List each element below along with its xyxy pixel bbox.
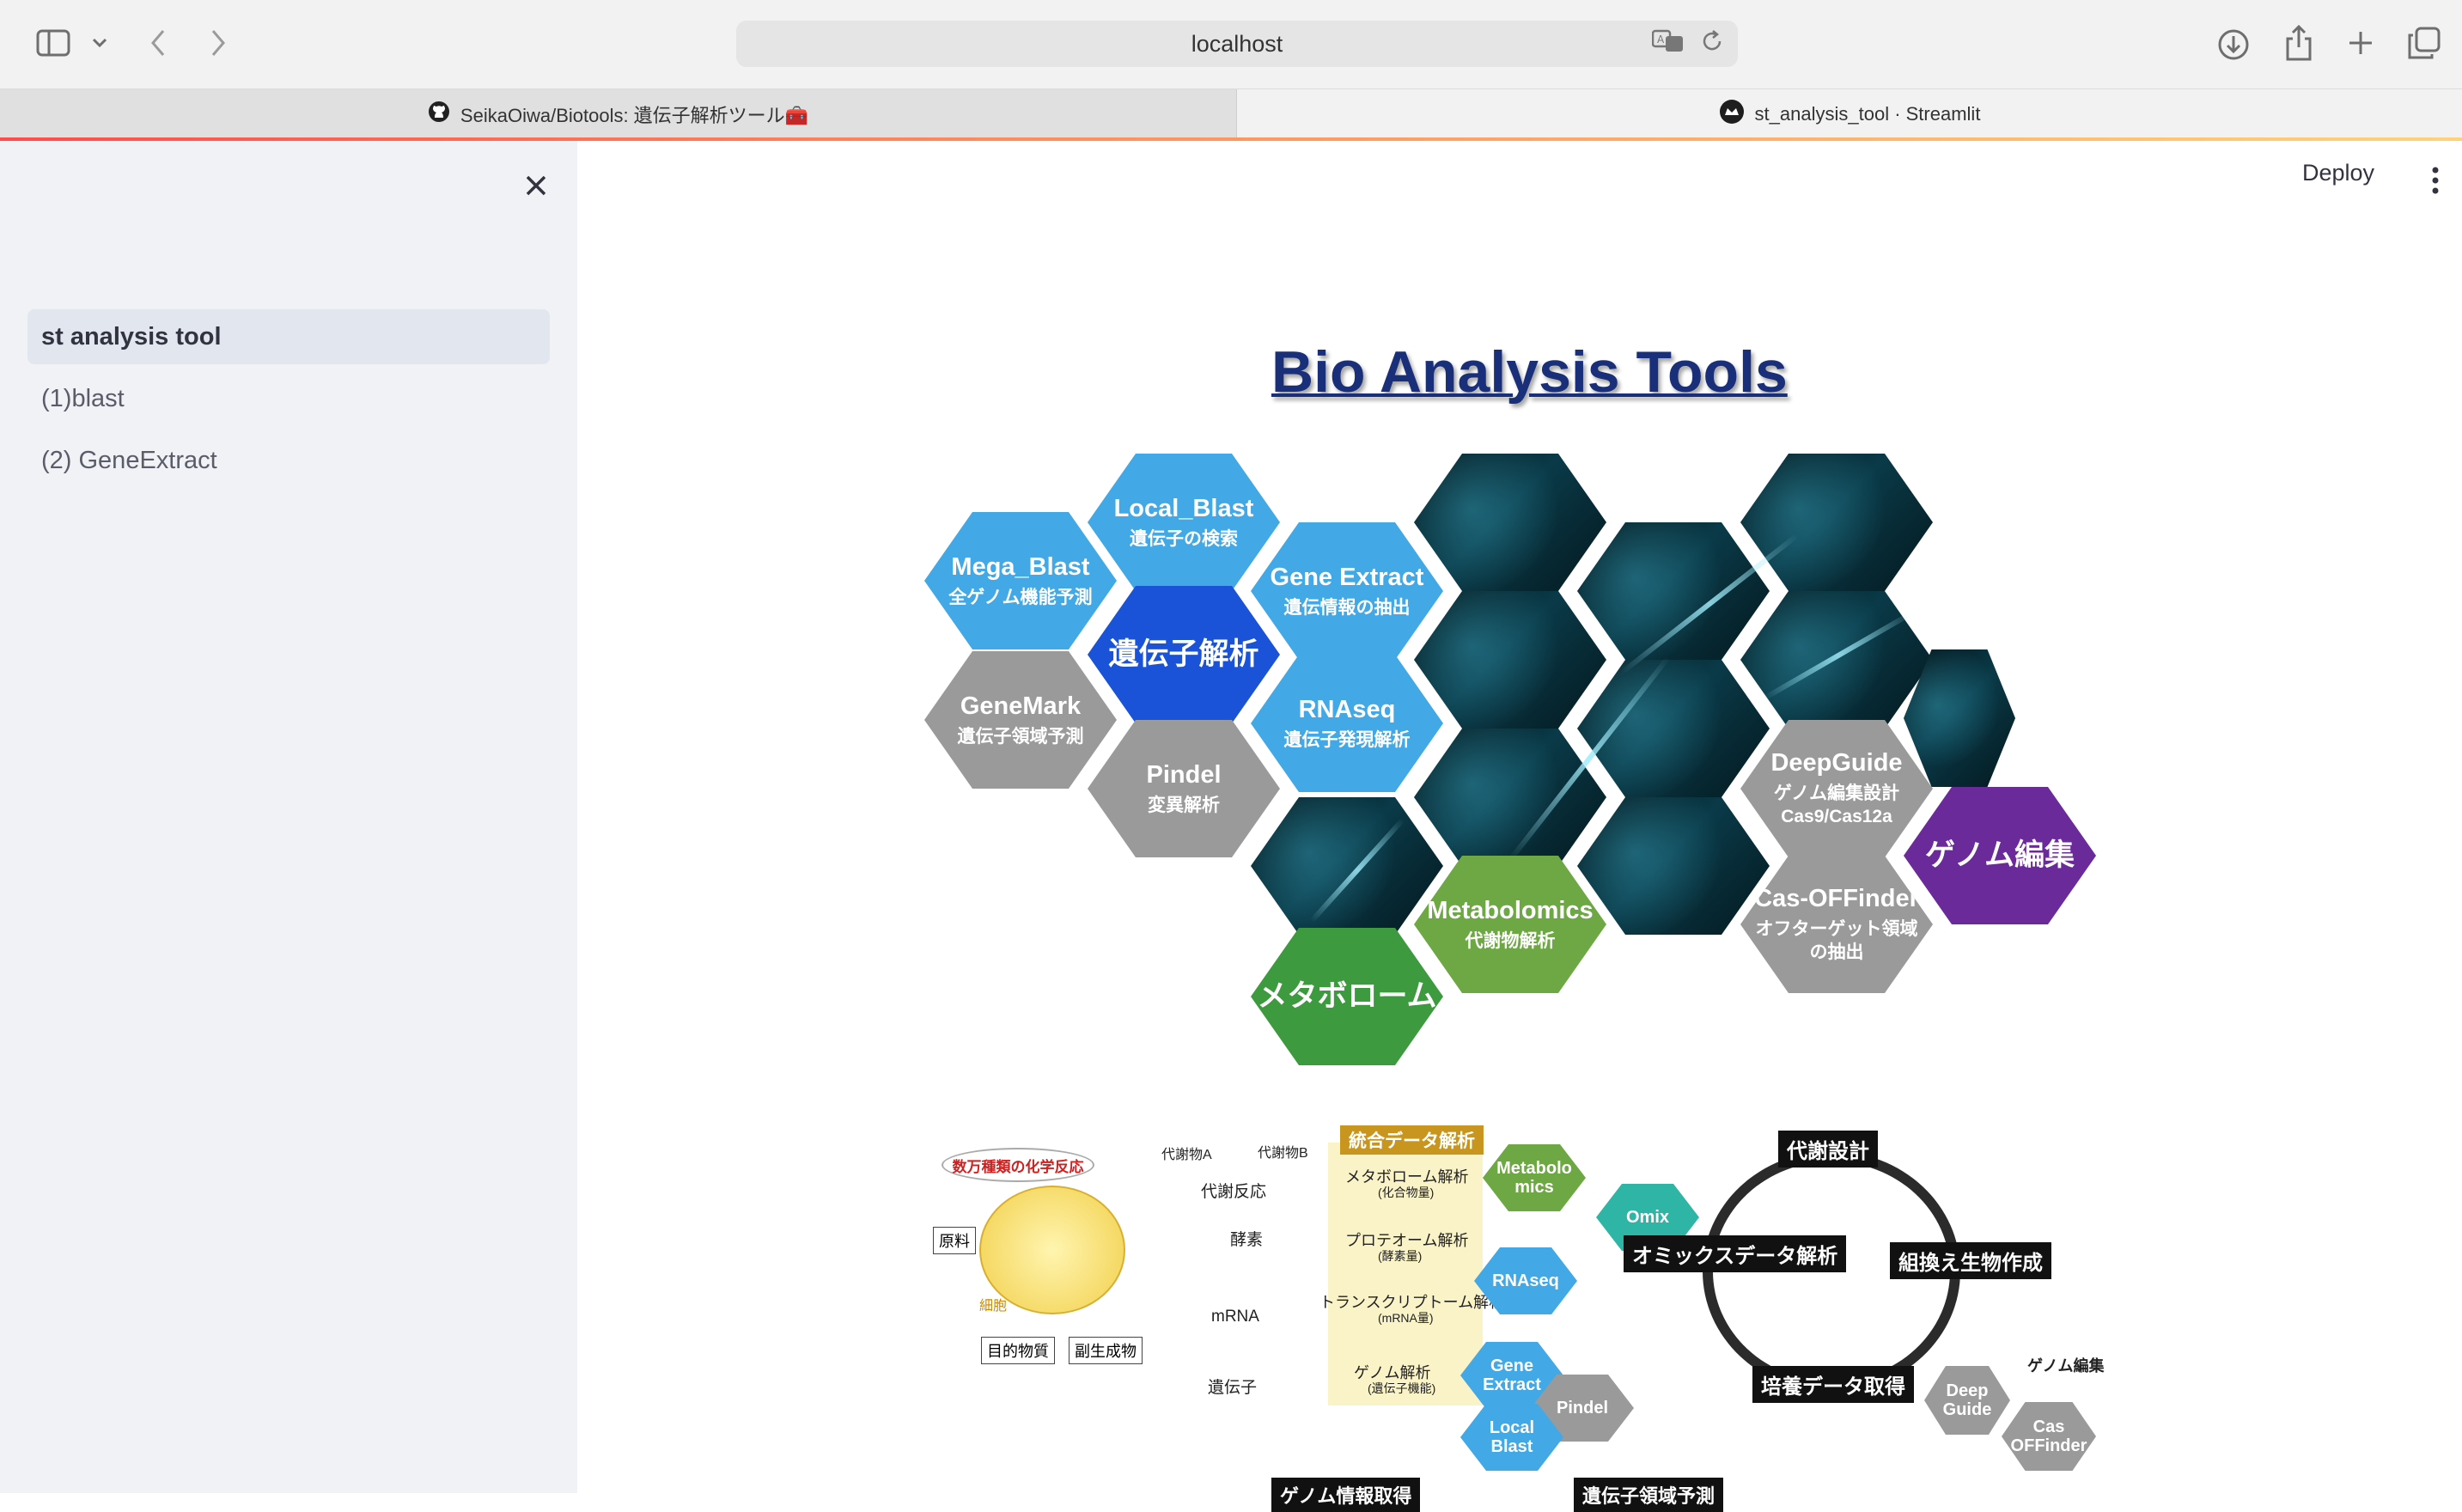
hex-title: Local_Blast	[1113, 494, 1254, 522]
hex-title: Gene Extract	[1270, 563, 1424, 591]
deploy-button[interactable]: Deploy	[2302, 160, 2374, 186]
sidebar-toggle-icon[interactable]	[34, 27, 72, 58]
reaction-bubble-label: 数万種類の化学反応	[952, 1158, 1084, 1175]
hex-subtitle: ゲノム編集設計	[1773, 783, 1900, 804]
streamlit-icon	[1719, 99, 1745, 130]
byproduct-label: 副生成物	[1069, 1337, 1143, 1364]
hex-subtitle: 代謝物解析	[1465, 930, 1556, 951]
hex-subtitle: 遺伝子の検索	[1130, 528, 1238, 549]
workflow-diagram: 数万種類の化学反応 原料 細胞 目的物質 副生成物 代謝物A 代謝物B 代謝反応…	[928, 1117, 2113, 1512]
sidebar-item-label: st analysis tool	[41, 322, 222, 351]
url-text: localhost	[1191, 30, 1283, 57]
cycle-recomb-label: 組換え生物作成	[1890, 1242, 2051, 1279]
gene-region-label: 遺伝子領域予測	[1574, 1478, 1724, 1512]
cycle-design-label: 代謝設計	[1778, 1131, 1878, 1168]
back-icon[interactable]	[144, 26, 172, 60]
main-menu-icon[interactable]	[2422, 163, 2448, 198]
hex-title: DeepGuide	[1770, 749, 1903, 777]
metabolomics-small-hex: Metabolo mics	[1483, 1144, 1586, 1211]
tab-streamlit[interactable]: st_analysis_tool · Streamlit	[1237, 89, 2462, 139]
mrna-label: mRNA	[1211, 1308, 1259, 1326]
deep-guide-small-hex: Deep Guide	[1924, 1366, 2010, 1435]
tab-strip: SeikaOiwa/Biotools: 遺伝子解析ツール🧰 st_analysi…	[0, 89, 2462, 139]
hex-title: Pindel	[1146, 760, 1222, 789]
hex-title: ゲノム編集	[1925, 838, 2075, 872]
hex-subtitle: 全ゲノム機能予測	[948, 587, 1093, 607]
hex-subtitle: 遺伝子領域予測	[957, 726, 1084, 747]
cycle-omics-label: オミックスデータ解析	[1624, 1235, 1847, 1272]
share-icon[interactable]	[2280, 22, 2318, 64]
layer-sub: (遺伝子機能)	[1368, 1381, 1436, 1395]
sidebar-item-gene-extract[interactable]: (2) GeneExtract	[27, 433, 550, 488]
new-tab-icon[interactable]	[2343, 26, 2378, 60]
browser-toolbar: localhost A	[0, 0, 2462, 89]
download-icon[interactable]	[2215, 26, 2252, 64]
svg-text:A: A	[1657, 34, 1665, 46]
layer-sub: (mRNA量)	[1378, 1311, 1434, 1325]
sidebar-item-st-analysis-tool[interactable]: st analysis tool	[27, 309, 550, 364]
hex-title: Metabolomics	[1427, 896, 1594, 924]
hex-subtitle: 遺伝情報の抽出	[1283, 597, 1411, 618]
raw-material-label: 原料	[933, 1227, 976, 1254]
cas-offinder-small-hex: Cas OFFinder	[2002, 1402, 2096, 1471]
hex-title: 遺伝子解析	[1108, 637, 1259, 671]
hex-title: Cas-OFFinder	[1754, 885, 1919, 913]
github-icon	[428, 101, 450, 128]
sidebar-item-blast[interactable]: (1)blast	[27, 371, 550, 426]
tab-label: st_analysis_tool · Streamlit	[1754, 103, 1981, 125]
cell-label: 細胞	[979, 1299, 1008, 1314]
tab-overview-icon[interactable]	[2405, 24, 2443, 62]
sidebar: st analysis tool (1)blast (2) GeneExtrac…	[0, 141, 577, 1493]
genome-info-label: ゲノム情報取得	[1271, 1478, 1421, 1512]
reaction-bubble: 数万種類の化学反応	[942, 1148, 1094, 1182]
reload-icon[interactable]	[1700, 29, 1724, 59]
metabolite-a-label: 代謝物A	[1161, 1148, 1212, 1162]
layer-sub: (酵素量)	[1378, 1249, 1423, 1263]
hex-subtitle: オフターゲット領域	[1755, 919, 1918, 940]
sidebar-item-label: (2) GeneExtract	[41, 446, 217, 474]
hex-title: Mega_Blast	[951, 552, 1090, 581]
hex-subtitle: Cas9/Cas12a	[1781, 807, 1892, 827]
metabolite-b-label: 代謝物B	[1258, 1146, 1308, 1161]
hex-title: メタボローム	[1257, 979, 1437, 1013]
hex-title: RNAseq	[1298, 695, 1396, 723]
target-substance-label: 目的物質	[981, 1337, 1055, 1364]
tab-label: SeikaOiwa/Biotools: 遺伝子解析ツール🧰	[460, 105, 809, 126]
hero-title: Bio Analysis Tools	[1271, 339, 1788, 405]
hex-subtitle: の抽出	[1809, 942, 1864, 963]
metabolic-reaction-label: 代謝反応	[1201, 1183, 1267, 1201]
gene-label: 遺伝子	[1208, 1379, 1258, 1397]
enzyme-label: 酵素	[1230, 1231, 1264, 1249]
hex-subtitle: 遺伝子発現解析	[1283, 729, 1411, 750]
layer-sub: (化合物量)	[1378, 1186, 1435, 1199]
sidebar-item-label: (1)blast	[41, 384, 125, 412]
tab-github[interactable]: SeikaOiwa/Biotools: 遺伝子解析ツール🧰	[0, 89, 1237, 139]
integrated-analysis-label: 統合データ解析	[1340, 1125, 1484, 1155]
forward-icon[interactable]	[204, 26, 232, 60]
close-icon[interactable]	[515, 165, 557, 206]
translate-icon[interactable]: A	[1651, 28, 1685, 60]
chevron-down-icon[interactable]	[89, 33, 110, 53]
hex-title: GeneMark	[960, 692, 1082, 720]
genome-edit-label: ゲノム編集	[2027, 1357, 2105, 1375]
address-bar[interactable]: localhost A	[736, 21, 1738, 67]
cycle-culture-label: 培養データ取得	[1752, 1366, 1914, 1403]
hex-subtitle: 変異解析	[1148, 795, 1220, 815]
